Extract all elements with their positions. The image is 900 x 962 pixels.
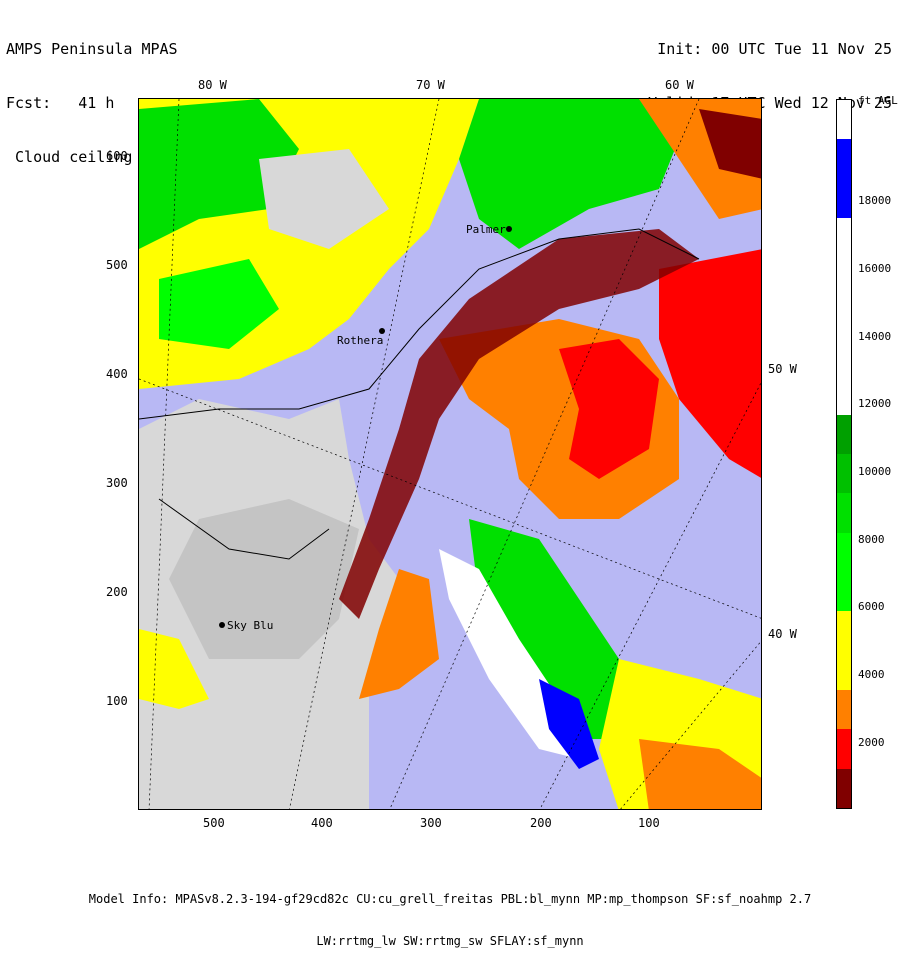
x-tick-label: 100	[638, 816, 660, 830]
colorbar-segment	[837, 139, 851, 180]
model-info-footer: Model Info: MPASv8.2.3-194-gf29cd82c CU:…	[0, 864, 900, 962]
colorbar-label: 4000	[858, 668, 885, 681]
x-tick-label: 400	[311, 816, 333, 830]
colorbar	[836, 99, 852, 809]
colorbar-segment	[837, 178, 851, 219]
colorbar-units: ft AGL	[858, 94, 898, 107]
y-tick-label: 400	[106, 367, 128, 381]
colorbar-label: 6000	[858, 600, 885, 613]
colorbar-segment	[837, 296, 851, 337]
colorbar-segment	[837, 414, 851, 455]
init-time: Init: 00 UTC Tue 11 Nov 25	[657, 40, 892, 58]
colorbar-segment	[837, 611, 851, 652]
sky-blu-label: Sky Blu	[227, 619, 273, 632]
colorbar-segment	[837, 532, 851, 573]
model-info-line2: LW:rrtmg_lw SW:rrtmg_sw SFLAY:sf_mynn	[316, 934, 584, 948]
y-tick-label: 100	[106, 694, 128, 708]
top-lon-label: 60 W	[665, 78, 694, 92]
colorbar-label: 10000	[858, 465, 892, 478]
colorbar-label: 2000	[858, 736, 885, 749]
cloud-ceiling-map: Palmer Rothera Sky Blu	[139, 99, 761, 809]
colorbar-segment	[837, 572, 851, 612]
colorbar-segment	[837, 218, 851, 258]
x-tick-label: 500	[203, 816, 225, 830]
right-lon-label: 40 W	[768, 627, 797, 641]
colorbar-segment	[837, 729, 851, 770]
colorbar-segment	[837, 257, 851, 298]
right-lon-label: 50 W	[768, 362, 797, 376]
colorbar-segment	[837, 493, 851, 534]
model-title: AMPS Peninsula MPAS	[6, 40, 178, 58]
y-tick-label: 500	[106, 258, 128, 272]
palmer-label: Palmer	[466, 223, 506, 236]
y-tick-label: 600	[106, 149, 128, 163]
y-tick-label: 200	[106, 585, 128, 599]
rothera-label: Rothera	[337, 334, 383, 347]
palmer-marker	[506, 226, 512, 232]
colorbar-segment	[837, 768, 851, 809]
sky-blu-marker	[219, 622, 225, 628]
map-panel: Palmer Rothera Sky Blu	[138, 98, 762, 810]
colorbar-segment	[837, 100, 851, 140]
colorbar-label: 12000	[858, 397, 892, 410]
colorbar-label: 16000	[858, 262, 892, 275]
model-info-line1: Model Info: MPASv8.2.3-194-gf29cd82c CU:…	[88, 892, 812, 906]
colorbar-segment	[837, 336, 851, 376]
colorbar-label: 18000	[858, 194, 892, 207]
colorbar-segment	[837, 454, 851, 494]
colorbar-label: 8000	[858, 533, 885, 546]
y-tick-label: 300	[106, 476, 128, 490]
top-lon-label: 70 W	[416, 78, 445, 92]
colorbar-segment	[837, 650, 851, 691]
x-tick-label: 200	[530, 816, 552, 830]
x-tick-label: 300	[420, 816, 442, 830]
colorbar-segment	[837, 375, 851, 416]
colorbar-label: 14000	[858, 330, 892, 343]
colorbar-segment	[837, 690, 851, 730]
top-lon-label: 80 W	[198, 78, 227, 92]
